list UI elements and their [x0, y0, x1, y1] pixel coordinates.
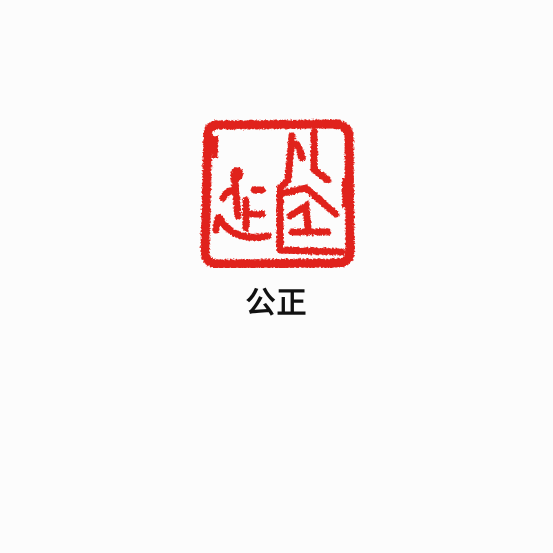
- caption-text: 公正: [245, 286, 308, 321]
- page: 公正: [0, 0, 553, 553]
- seal-stamp-image: [196, 118, 356, 268]
